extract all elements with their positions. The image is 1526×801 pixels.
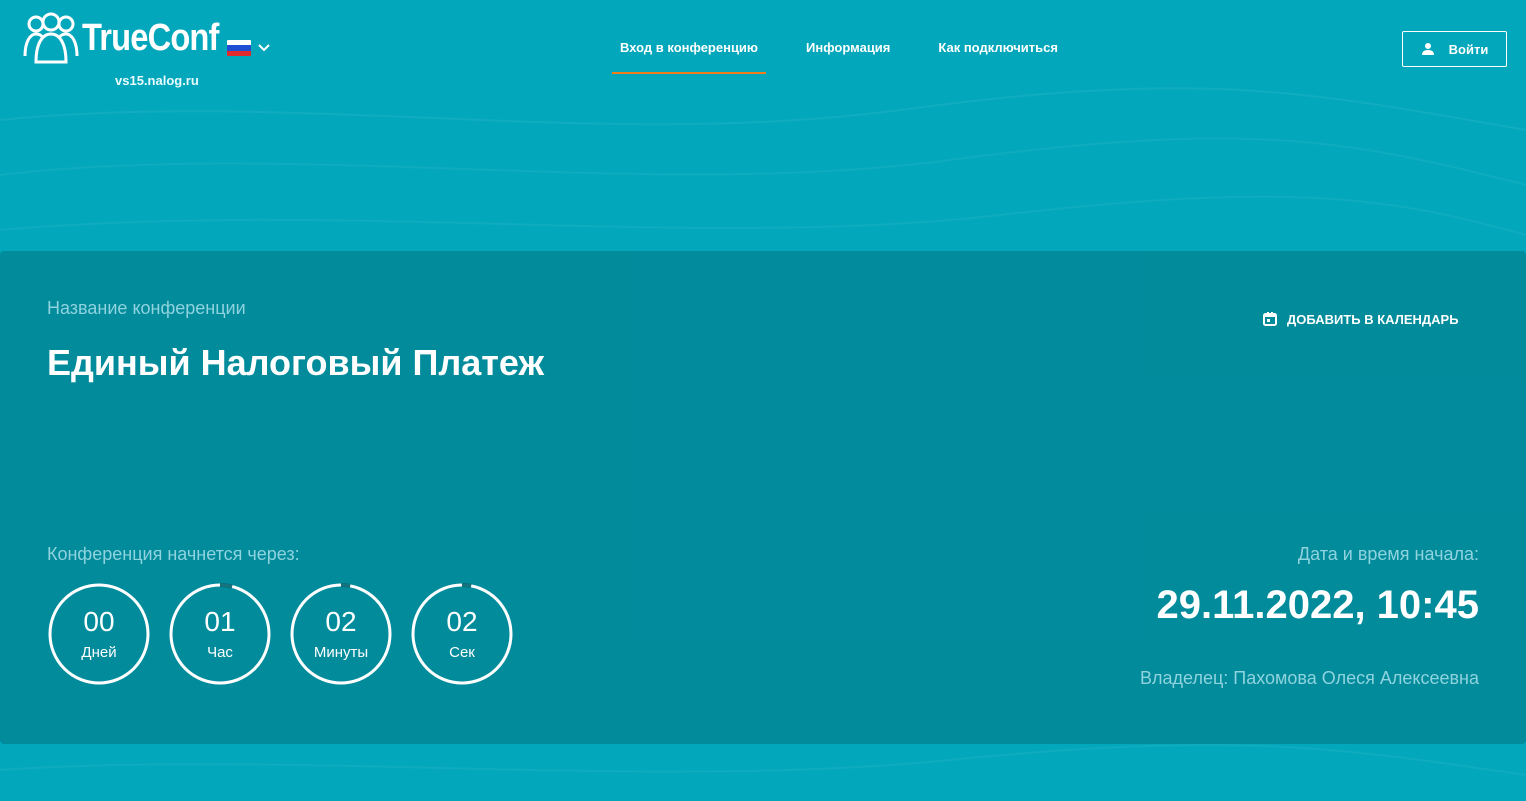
user-icon xyxy=(1421,43,1434,55)
countdown-days-unit: Дней xyxy=(81,644,117,661)
countdown-minutes: 02 Минуты xyxy=(289,582,393,686)
calendar-icon xyxy=(1263,312,1277,326)
countdown-minutes-unit: Минуты xyxy=(313,644,369,661)
trueconf-logo[interactable]: TrueConf xyxy=(22,12,241,64)
starts-in-label: Конференция начнется через: xyxy=(47,544,300,564)
conference-title: Единый Налоговый Платеж xyxy=(47,342,545,383)
chevron-down-icon xyxy=(258,44,270,52)
countdown-seconds-value: 02 xyxy=(446,606,478,637)
people-logo-icon xyxy=(23,12,79,64)
countdown-seconds-unit: Сек xyxy=(449,644,475,661)
nav-information[interactable]: Информация xyxy=(798,38,898,74)
countdown-hours: 01 Час xyxy=(168,582,272,686)
countdown-hours-unit: Час xyxy=(207,644,233,661)
conference-card: Название конференции Единый Налоговый Пл… xyxy=(0,251,1526,744)
main-nav: Вход в конференцию Информация Как подклю… xyxy=(612,38,1098,74)
owner-info: Владелец: Пахомова Олеся Алексеевна xyxy=(1140,668,1479,688)
start-datetime-label: Дата и время начала: xyxy=(1297,544,1479,564)
countdown-days: 00 Дней xyxy=(47,582,151,686)
add-to-calendar-label: ДОБАВИТЬ В КАЛЕНДАРЬ xyxy=(1287,311,1459,327)
nav-join-conference[interactable]: Вход в конференцию xyxy=(612,38,767,74)
nav-how-to-connect[interactable]: Как подключиться xyxy=(930,38,1066,74)
countdown: 00 Дней 01 Час 02 Минуты 02 Сек xyxy=(47,582,531,686)
russia-flag-icon xyxy=(227,40,251,56)
add-to-calendar-button[interactable]: ДОБАВИТЬ В КАЛЕНДАРЬ xyxy=(1262,311,1459,327)
start-datetime-value: 29.11.2022, 10:45 xyxy=(1156,583,1479,627)
countdown-minutes-value: 02 xyxy=(325,606,357,637)
logo-text: TrueConf xyxy=(82,17,219,59)
countdown-days-value: 00 xyxy=(83,606,115,637)
login-button[interactable]: Войти xyxy=(1402,31,1507,67)
language-selector[interactable] xyxy=(227,40,271,56)
login-label: Войти xyxy=(1448,41,1489,57)
countdown-seconds: 02 Сек xyxy=(410,582,514,686)
server-domain: vs15.nalog.ru xyxy=(115,73,199,88)
conference-name-label: Название конференции xyxy=(47,298,246,318)
countdown-hours-value: 01 xyxy=(204,606,236,637)
header: TrueConf vs15.nalog.ru Вход в конференци… xyxy=(0,0,1526,100)
